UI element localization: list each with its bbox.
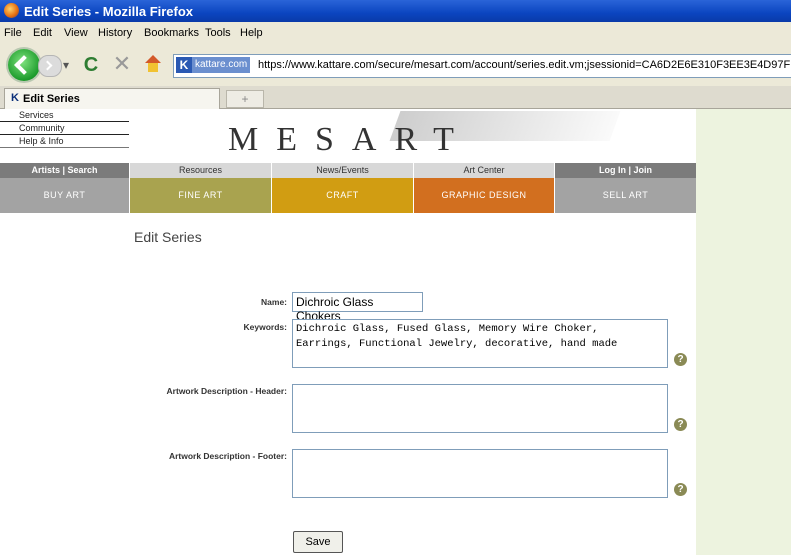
tab-edit-series[interactable]: K Edit Series	[4, 88, 220, 109]
forward-button-icon[interactable]	[38, 55, 62, 77]
keywords-textarea[interactable]: Dichroic Glass, Fused Glass, Memory Wire…	[292, 319, 668, 368]
nav-row-categories: BUY ART FINE ART CRAFT GRAPHIC DESIGN SE…	[0, 178, 696, 213]
site-logo[interactable]: MESART	[228, 121, 472, 159]
site-identity-badge[interactable]: kattare.com	[192, 57, 251, 73]
tab-strip: K Edit Series +	[0, 86, 791, 109]
name-input[interactable]: Dichroic Glass Chokers	[292, 292, 423, 323]
left-nav: Services Community Help & Info	[0, 109, 129, 148]
keywords-help-icon[interactable]: ?	[674, 353, 687, 366]
left-nav-services[interactable]: Services	[0, 109, 129, 122]
menu-tools[interactable]: Tools	[205, 27, 231, 39]
footer-description-textarea[interactable]	[292, 449, 668, 498]
keywords-label: Keywords:	[243, 322, 287, 332]
menu-bookmarks[interactable]: Bookmarks	[144, 27, 199, 39]
save-button[interactable]: Save	[293, 531, 343, 553]
footer-help-icon[interactable]: ?	[674, 483, 687, 496]
nav-resources[interactable]: Resources	[130, 163, 271, 178]
menu-edit[interactable]: Edit	[33, 27, 52, 39]
left-nav-community[interactable]: Community	[0, 122, 129, 135]
window-titlebar: Edit Series - Mozilla Firefox	[0, 0, 791, 22]
navigation-toolbar: ▾ C ✕ K kattare.com https://www.kattare.…	[0, 44, 791, 87]
site-favicon-icon: K	[176, 57, 192, 73]
menu-help[interactable]: Help	[240, 27, 263, 39]
nav-fine-art[interactable]: FINE ART	[130, 178, 271, 213]
menu-file[interactable]: File	[4, 27, 22, 39]
header-description-textarea[interactable]	[292, 384, 668, 433]
menu-view[interactable]: View	[64, 27, 88, 39]
nav-sell-art[interactable]: SELL ART	[555, 178, 696, 213]
nav-login-join[interactable]: Log In | Join	[555, 163, 696, 178]
reload-icon[interactable]: C	[80, 54, 102, 76]
name-label: Name:	[261, 297, 287, 307]
nav-row-primary: Artists | Search Resources News/Events A…	[0, 163, 696, 178]
menu-bar: File Edit View History Bookmarks Tools H…	[0, 22, 791, 44]
nav-news-events[interactable]: News/Events	[272, 163, 413, 178]
firefox-logo-icon	[4, 3, 19, 18]
footer-description-label: Artwork Description - Footer:	[168, 451, 287, 461]
nav-art-center[interactable]: Art Center	[414, 163, 554, 178]
tab-favicon-icon: K	[11, 92, 19, 104]
nav-artists-search[interactable]: Artists | Search	[0, 163, 129, 178]
menu-history[interactable]: History	[98, 27, 132, 39]
history-dropdown-icon[interactable]: ▾	[63, 58, 69, 72]
tab-label: Edit Series	[23, 93, 80, 105]
address-bar[interactable]: K kattare.com https://www.kattare.com/se…	[173, 54, 791, 78]
window-title: Edit Series - Mozilla Firefox	[24, 4, 194, 19]
header-help-icon[interactable]: ?	[674, 418, 687, 431]
header-description-label: Artwork Description - Header:	[166, 386, 287, 396]
stop-icon[interactable]: ✕	[112, 53, 132, 75]
home-icon[interactable]	[143, 55, 163, 75]
nav-graphic-design[interactable]: GRAPHIC DESIGN	[414, 178, 554, 213]
nav-buy-art[interactable]: BUY ART	[0, 178, 129, 213]
right-panel	[696, 109, 791, 555]
back-button-icon[interactable]	[8, 49, 40, 81]
new-tab-button[interactable]: +	[226, 90, 264, 108]
page-content: Services Community Help & Info MESART Ar…	[0, 109, 791, 555]
left-nav-help[interactable]: Help & Info	[0, 135, 129, 148]
page-title: Edit Series	[134, 229, 202, 245]
nav-craft[interactable]: CRAFT	[272, 178, 413, 213]
url-text[interactable]: https://www.kattare.com/secure/mesart.co…	[258, 59, 791, 71]
